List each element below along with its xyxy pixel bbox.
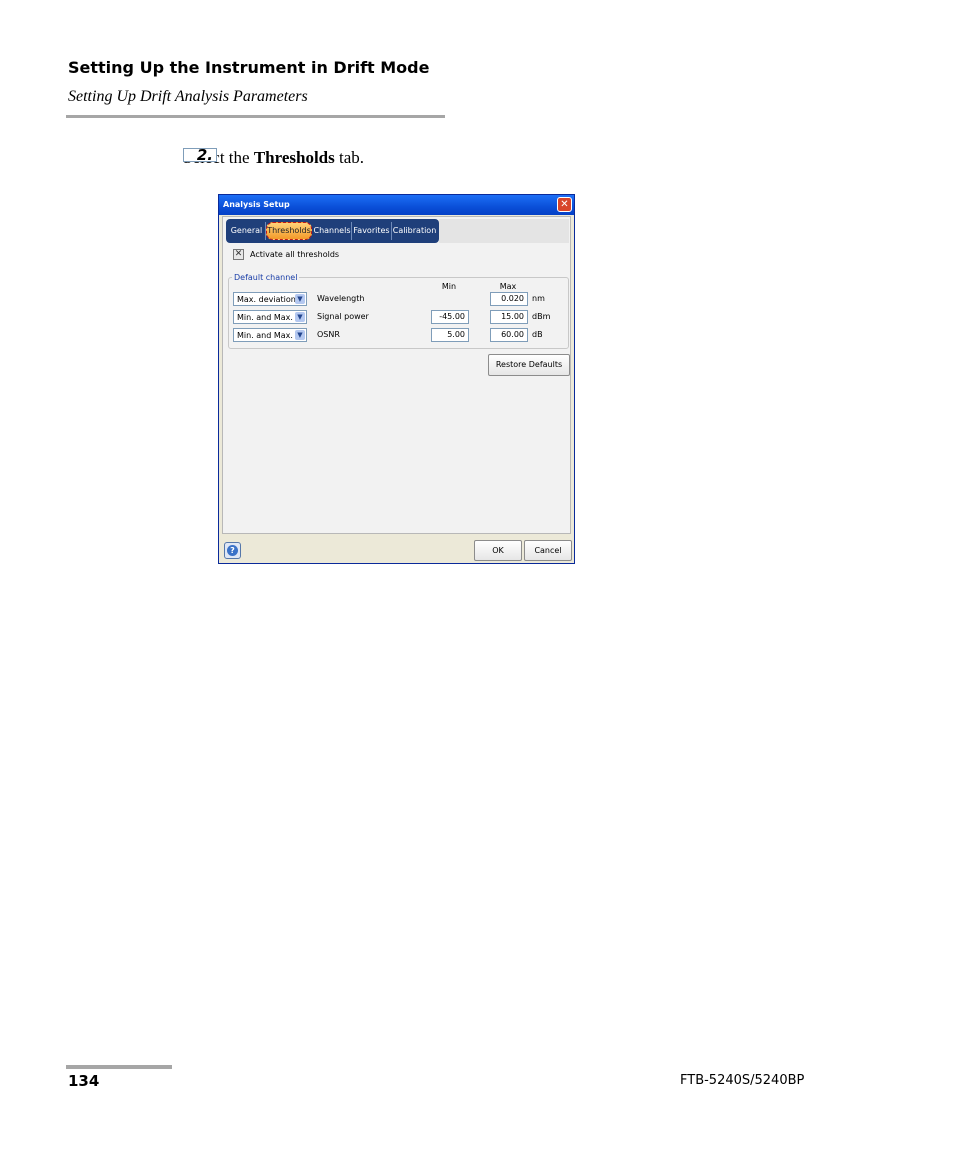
step-text-after: tab. <box>334 148 365 167</box>
tab-bar-fill <box>439 219 569 243</box>
osnr-min-input[interactable]: 5.00 <box>431 328 469 342</box>
close-icon[interactable]: ✕ <box>557 197 572 212</box>
help-button[interactable]: ? <box>224 542 241 559</box>
signal-power-mode-select[interactable]: Min. and Max. ▼ <box>233 310 307 324</box>
tab-thresholds[interactable]: Thresholds <box>266 222 312 240</box>
signal-power-min-input[interactable]: -45.00 <box>431 310 469 324</box>
default-channel-legend: Default channel <box>232 273 300 282</box>
step-text-bold: Thresholds <box>253 148 335 167</box>
threshold-row-osnr: Min. and Max. ▼ OSNR 5.00 60.00 dB <box>223 328 572 344</box>
wavelength-max-input[interactable]: 0.020 <box>490 292 528 306</box>
dialog-title: Analysis Setup <box>223 200 290 209</box>
osnr-label: OSNR <box>317 330 340 339</box>
threshold-row-wavelength: Max. deviation ▼ Wavelength 0.020 nm <box>223 292 572 308</box>
section-subtitle: Setting Up Drift Analysis Parameters <box>68 88 308 105</box>
signal-power-label: Signal power <box>317 312 369 321</box>
signal-power-mode-value: Min. and Max. <box>237 313 293 322</box>
dialog-titlebar: Analysis Setup ✕ <box>219 195 574 215</box>
col-max-header: Max <box>499 282 517 291</box>
chevron-down-icon[interactable]: ▼ <box>295 330 305 340</box>
activate-all-checkbox[interactable]: ✕ <box>233 249 244 260</box>
step-instruction: 2. Select the Thresholds tab. <box>183 148 364 168</box>
help-icon: ? <box>227 545 238 556</box>
footer-divider <box>66 1065 172 1069</box>
signal-power-unit: dBm <box>532 312 551 321</box>
restore-defaults-button[interactable]: Restore Defaults <box>488 354 570 376</box>
page-number: 134 <box>68 1072 100 1090</box>
osnr-mode-value: Min. and Max. <box>237 331 293 340</box>
chevron-down-icon[interactable]: ▼ <box>295 294 305 304</box>
analysis-setup-dialog: Analysis Setup ✕ General Thresholds Chan… <box>218 194 575 564</box>
header-divider <box>66 115 445 118</box>
chevron-down-icon[interactable]: ▼ <box>295 312 305 322</box>
osnr-mode-select[interactable]: Min. and Max. ▼ <box>233 328 307 342</box>
activate-all-label: Activate all thresholds <box>250 250 340 259</box>
wavelength-unit: nm <box>532 294 545 303</box>
tab-favorites[interactable]: Favorites <box>352 222 392 240</box>
ok-button[interactable]: OK <box>474 540 522 561</box>
dialog-body: General Thresholds Channels Favorites Ca… <box>222 216 571 534</box>
wavelength-mode-value: Max. deviation <box>237 295 296 304</box>
tab-channels[interactable]: Channels <box>313 222 352 240</box>
col-min-header: Min <box>441 282 457 291</box>
wavelength-label: Wavelength <box>317 294 365 303</box>
signal-power-max-input[interactable]: 15.00 <box>490 310 528 324</box>
osnr-max-input[interactable]: 60.00 <box>490 328 528 342</box>
tab-strip: General Thresholds Channels Favorites Ca… <box>226 219 439 243</box>
tab-calibration[interactable]: Calibration <box>392 222 437 240</box>
cancel-button[interactable]: Cancel <box>524 540 572 561</box>
product-name: FTB-5240S/5240BP <box>680 1073 805 1088</box>
section-title: Setting Up the Instrument in Drift Mode <box>68 58 430 77</box>
threshold-row-signal-power: Min. and Max. ▼ Signal power -45.00 15.0… <box>223 310 572 326</box>
step-number: 2. <box>183 148 217 163</box>
wavelength-mode-select[interactable]: Max. deviation ▼ <box>233 292 307 306</box>
osnr-unit: dB <box>532 330 543 339</box>
tab-bar: General Thresholds Channels Favorites Ca… <box>226 219 569 243</box>
tab-general[interactable]: General <box>228 222 266 240</box>
